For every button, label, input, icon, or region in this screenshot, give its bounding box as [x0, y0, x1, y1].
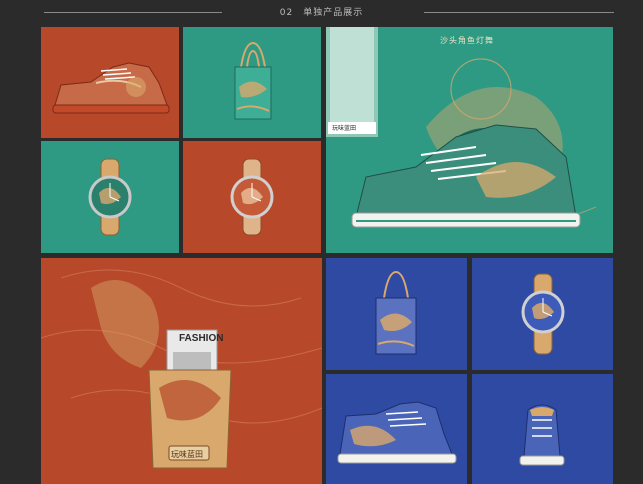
tile-watch-teal[interactable]	[41, 141, 179, 253]
tile-sneaker-blue-front[interactable]	[472, 374, 613, 484]
tile-sneaker-rust[interactable]	[41, 27, 179, 138]
watch-icon	[230, 158, 274, 236]
hero-tagline: 沙头角鱼灯舞	[440, 36, 494, 45]
koi-illustration	[326, 27, 597, 228]
tile-watch-rust[interactable]	[183, 141, 321, 253]
sneaker-front-icon	[519, 404, 565, 466]
tote-bag-icon	[375, 270, 417, 355]
bag-scene[interactable]: FASHION 玩味蓝田	[41, 258, 322, 484]
watch-icon	[88, 158, 132, 236]
tote-bag-icon	[234, 41, 272, 120]
tile-sneaker-blue[interactable]	[326, 374, 467, 484]
header-line-right	[424, 12, 614, 13]
watch-icon	[521, 273, 565, 355]
hero-sneaker-scene[interactable]: 沙头角鱼灯舞 玩味蓝田	[326, 27, 613, 253]
tile-watch-blue[interactable]	[472, 258, 613, 370]
shoebox-brand: 玩味蓝田	[332, 125, 357, 132]
sneaker-icon	[337, 401, 457, 464]
tile-tote-blue[interactable]	[326, 258, 467, 370]
bag-brand: 玩味蓝田	[171, 450, 203, 459]
sneaker-icon	[52, 62, 170, 114]
section-header: 02 单独产品展示	[0, 0, 643, 26]
tile-tote-teal[interactable]	[183, 27, 321, 138]
newspaper-title: FASHION	[179, 333, 224, 344]
